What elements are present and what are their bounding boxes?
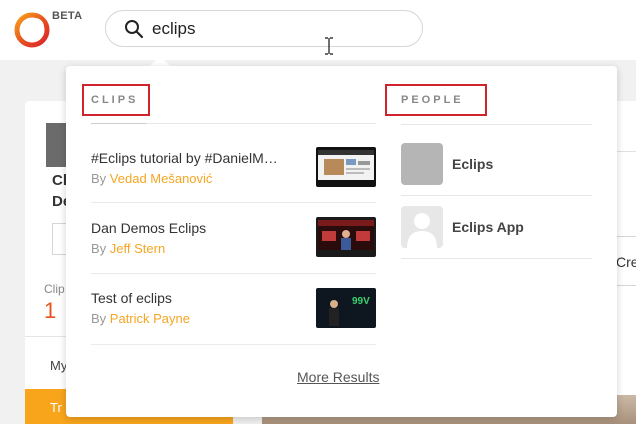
clip-title[interactable]: #Eclips tutorial by #DanielM… bbox=[91, 150, 291, 166]
text-cursor-icon bbox=[325, 37, 333, 55]
dropdown-caret bbox=[150, 56, 170, 66]
profile-clips-label: Clip bbox=[44, 282, 65, 296]
clip-thumbnail[interactable] bbox=[316, 217, 376, 257]
search-box[interactable] bbox=[105, 10, 423, 55]
profile-clips-count: 1 bbox=[44, 298, 57, 323]
thumbnail-overlay-text: 99V bbox=[352, 296, 370, 307]
clip-result-1[interactable]: #Eclips tutorial by #DanielM… By Vedad M… bbox=[91, 147, 376, 220]
clip-author-link[interactable]: Vedad Mešanović bbox=[110, 171, 213, 186]
clip-thumbnail[interactable]: 99V bbox=[316, 288, 376, 328]
clip-by-label: By bbox=[91, 171, 107, 186]
profile-my-link[interactable]: My bbox=[50, 358, 66, 373]
person-avatar[interactable] bbox=[401, 143, 443, 185]
clip-title[interactable]: Test of eclips bbox=[91, 290, 291, 306]
clip-byline: By Jeff Stern bbox=[91, 241, 165, 256]
search-icon[interactable] bbox=[124, 19, 144, 39]
clip-byline: By Vedad Mešanović bbox=[91, 171, 212, 186]
clip-author-link[interactable]: Patrick Payne bbox=[110, 311, 190, 326]
clip-separator bbox=[91, 344, 376, 345]
clip-byline: By Patrick Payne bbox=[91, 311, 190, 326]
clip-separator bbox=[91, 273, 376, 274]
clips-heading-underline bbox=[91, 123, 146, 124]
search-input[interactable] bbox=[152, 18, 372, 40]
person-name[interactable]: Eclips bbox=[452, 156, 493, 172]
person-result-1[interactable]: Eclips bbox=[401, 143, 592, 185]
person-result-2[interactable]: Eclips App bbox=[401, 206, 592, 248]
eclips-logo-icon[interactable] bbox=[13, 11, 51, 49]
person-silhouette-icon[interactable] bbox=[401, 206, 443, 248]
people-separator bbox=[401, 195, 592, 196]
top-header: BETA bbox=[0, 0, 636, 60]
clips-heading-highlight bbox=[82, 84, 150, 116]
clip-separator bbox=[91, 202, 376, 203]
people-separator bbox=[401, 258, 592, 259]
clip-by-label: By bbox=[91, 311, 107, 326]
people-header-divider bbox=[401, 124, 592, 125]
main-content-divider bbox=[617, 151, 636, 152]
clip-result-3[interactable]: Test of eclips By Patrick Payne 99V bbox=[91, 288, 376, 360]
clip-author-link[interactable]: Jeff Stern bbox=[110, 241, 165, 256]
clip-thumbnail[interactable] bbox=[316, 147, 376, 187]
profile-avatar bbox=[46, 123, 68, 167]
clips-header-divider bbox=[146, 123, 376, 124]
people-heading-highlight bbox=[385, 84, 487, 116]
clip-by-label: By bbox=[91, 241, 107, 256]
more-results-link[interactable]: More Results bbox=[297, 369, 379, 385]
beta-badge: BETA bbox=[52, 10, 83, 22]
clip-result-2[interactable]: Dan Demos Eclips By Jeff Stern bbox=[91, 217, 376, 290]
clip-title[interactable]: Dan Demos Eclips bbox=[91, 220, 291, 236]
person-name[interactable]: Eclips App bbox=[452, 219, 524, 235]
